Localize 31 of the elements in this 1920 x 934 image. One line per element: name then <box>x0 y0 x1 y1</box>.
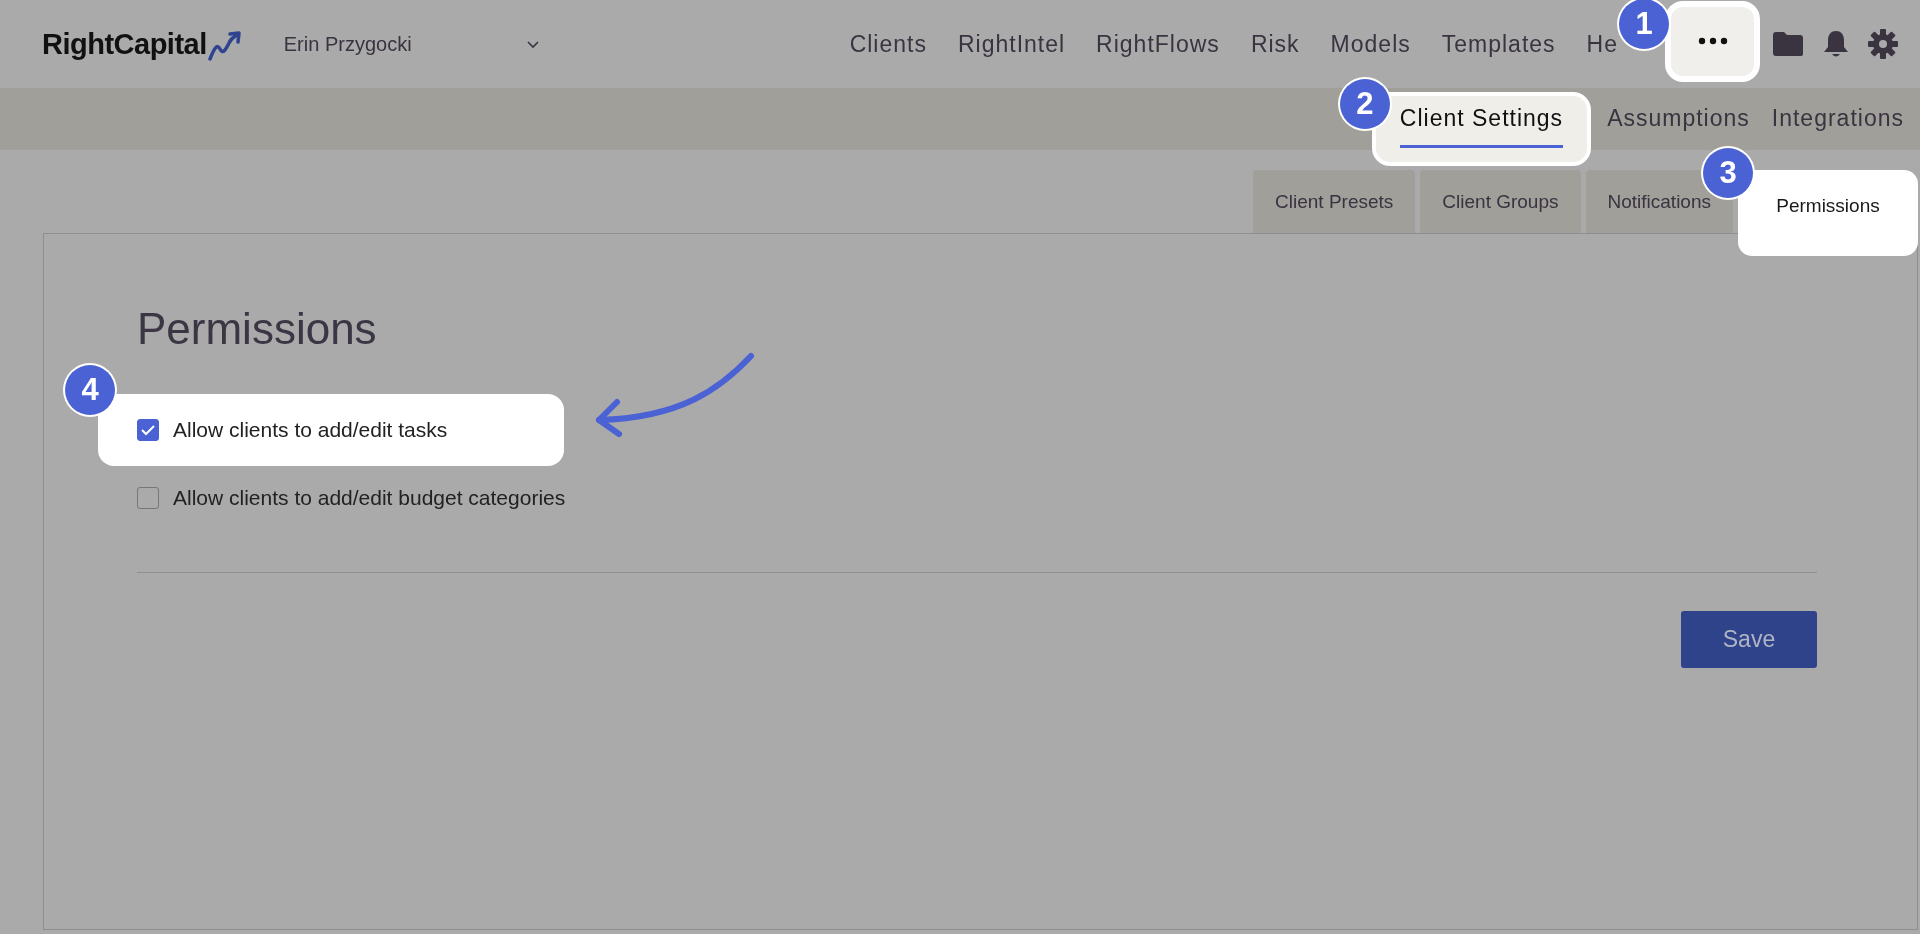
logo-wordmark[interactable]: RightCapital <box>42 27 207 61</box>
nav-link[interactable]: RightIntel <box>957 30 1066 58</box>
checkbox-label[interactable]: Allow clients to add/edit tasks <box>173 418 448 442</box>
checkbox[interactable] <box>137 487 159 509</box>
check-icon <box>140 424 156 436</box>
section-heading: Permissions <box>137 304 378 354</box>
settings-icon[interactable] <box>1868 29 1898 59</box>
more-icon <box>1697 37 1728 45</box>
logo-arrow-icon <box>207 30 242 61</box>
tab[interactable]: Client Presets <box>1253 170 1416 233</box>
step-badge: 4 <box>65 365 115 415</box>
tab[interactable]: Client Groups <box>1420 170 1581 233</box>
nav-link[interactable]: Clients <box>849 30 927 58</box>
chevron-down-icon[interactable] <box>525 39 540 49</box>
nav-link[interactable]: Risk <box>1250 30 1300 58</box>
step-badge: 2 <box>1339 79 1390 129</box>
step-badge: 3 <box>1703 148 1753 198</box>
checkbox[interactable] <box>137 419 159 441</box>
nav-link[interactable]: RightFlows <box>1096 30 1220 58</box>
nav-link[interactable]: Models <box>1330 30 1411 58</box>
nav-link[interactable]: He <box>1586 30 1618 58</box>
nav-link[interactable]: Templates <box>1441 30 1556 58</box>
tab[interactable]: Permissions <box>1738 170 1918 256</box>
settings-tab[interactable]: Integrations <box>1763 88 1912 150</box>
checkbox-label[interactable]: Allow clients to add/edit budget categories <box>173 486 566 510</box>
save-button[interactable]: Save <box>1681 611 1817 668</box>
user-name[interactable]: Erin Przygocki <box>283 32 412 56</box>
folder-icon[interactable] <box>1772 31 1804 57</box>
step-badge: 1 <box>1619 0 1669 49</box>
bell-icon[interactable] <box>1822 29 1850 59</box>
settings-tab[interactable]: Assumptions <box>1599 88 1758 150</box>
